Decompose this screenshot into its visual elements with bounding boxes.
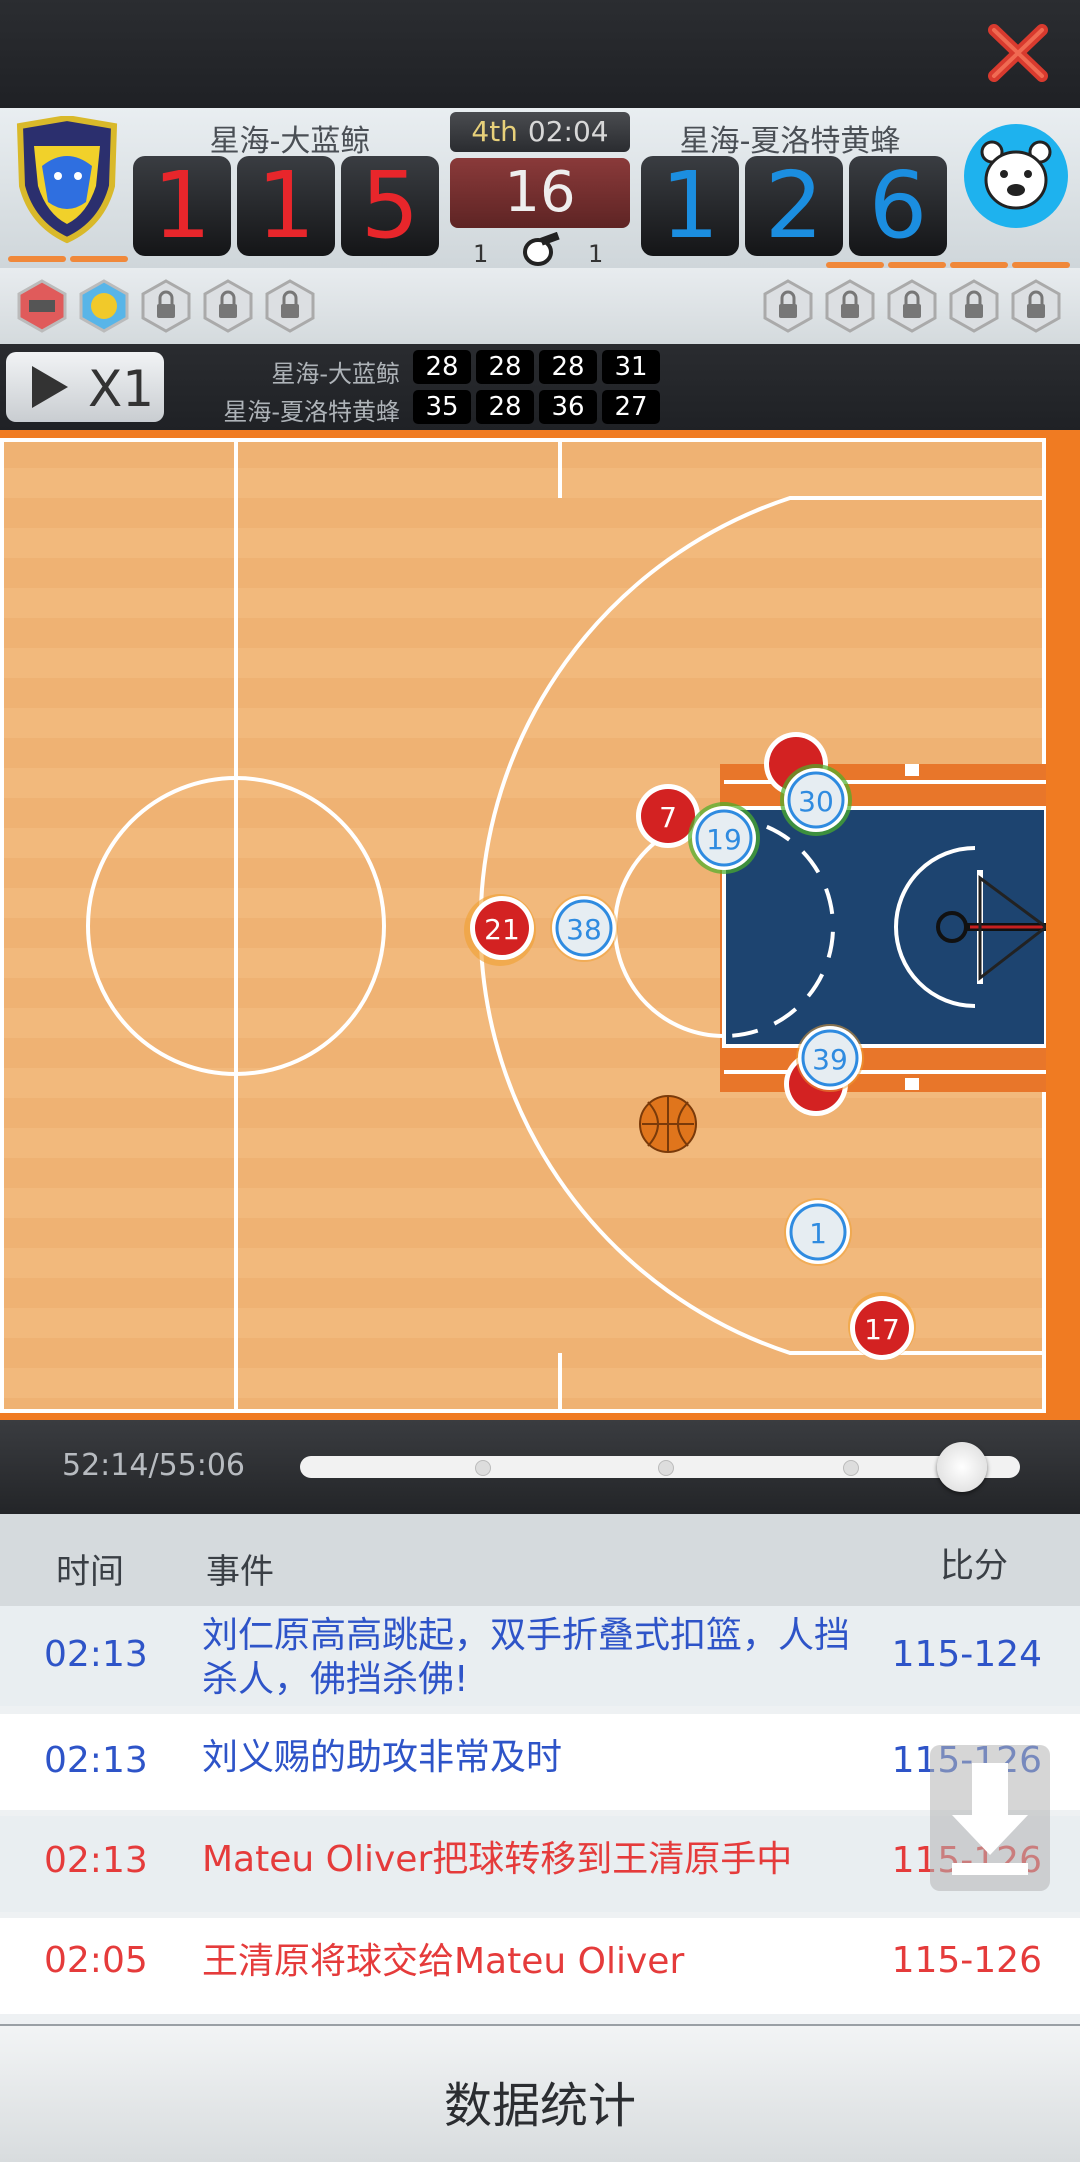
download-icon[interactable] (930, 1745, 1050, 1891)
clock-label: 02:04 (527, 115, 609, 148)
log-score: 115-126 (891, 1940, 1042, 1981)
basketball-icon (639, 1095, 697, 1153)
quarter-score: 28 (539, 350, 597, 384)
close-icon[interactable] (984, 18, 1054, 88)
stats-label: 数据统计 (443, 2078, 636, 2134)
log-score: 115-124 (891, 1634, 1042, 1675)
player-token-blue: 1 (784, 1198, 852, 1266)
badge-icon[interactable] (76, 278, 132, 334)
quarter-marker (475, 1460, 491, 1476)
quarter-team-name: 星海-夏洛特黄蜂 (223, 398, 400, 426)
player-number: 38 (566, 913, 602, 946)
player-number: 21 (484, 913, 520, 946)
quarter-score: 28 (476, 390, 534, 424)
away-fouls: 1 (588, 240, 604, 268)
basketball-court: 21 7 17 38 19 30 39 1 (0, 438, 1046, 1413)
away-score-digit: 6 (849, 156, 947, 256)
dragon-shield-icon (12, 114, 128, 246)
player-number: 19 (706, 823, 742, 856)
log-header: 时间 事件 比分 (0, 1514, 1080, 1606)
quarter-marker (658, 1460, 674, 1476)
log-event: 刘仁原高高跳起，双手折叠式扣篮，人挡杀人，佛挡杀佛! (202, 1615, 851, 1700)
top-bar (0, 0, 1080, 108)
lock-icon (760, 278, 816, 334)
log-row: 02:13 刘义赐的助攻非常及时 115-126 (0, 1714, 1080, 1810)
player-number: 17 (864, 1313, 900, 1346)
timeline-bar: 52:14/55:06 (0, 1420, 1080, 1514)
elapsed-time: 52:14/55:06 (62, 1448, 246, 1483)
playback-controls: X1 星海-大蓝鲸 28 28 28 31 星海-夏洛特黄蜂 35 28 36 … (0, 344, 1080, 430)
player-number: 1 (809, 1217, 827, 1250)
log-row: 02:13 刘仁原高高跳起，双手折叠式扣篮，人挡杀人，佛挡杀佛! 115-124 (0, 1606, 1080, 1706)
log-event: 王清原将球交给Mateu Oliver (202, 1941, 685, 1982)
lock-icon (262, 278, 318, 334)
event-log: 时间 事件 比分 02:13 刘仁原高高跳起，双手折叠式扣篮，人挡杀人，佛挡杀佛… (0, 1514, 1080, 2024)
home-score-digit: 1 (237, 156, 335, 256)
log-time: 02:05 (44, 1940, 148, 1981)
away-score-digit: 2 (745, 156, 843, 256)
quarter-label: 4th (471, 115, 518, 148)
timeline-slider[interactable] (300, 1442, 1020, 1492)
slider-handle[interactable] (937, 1442, 987, 1492)
shot-clock: 16 (450, 158, 630, 228)
log-event: Mateu Oliver把球转移到王清原手中 (202, 1839, 793, 1880)
log-row: 02:05 王清原将球交给Mateu Oliver 115-126 (0, 1918, 1080, 2014)
header-score: 比分 (940, 1546, 1008, 1586)
player-token-red: 17 (848, 1292, 916, 1360)
player-number: 30 (798, 785, 834, 818)
away-score-digit: 1 (641, 156, 739, 256)
player-token-blue: 30 (780, 764, 852, 836)
log-time: 02:13 (44, 1740, 148, 1781)
skill-badge-row (0, 268, 1080, 344)
log-time: 02:13 (44, 1634, 148, 1675)
quarter-score: 28 (413, 350, 471, 384)
header-time: 时间 (56, 1552, 124, 1592)
quarter-score: 31 (602, 350, 660, 384)
lock-icon (138, 278, 194, 334)
quarter-score: 35 (413, 390, 471, 424)
log-event: 刘义赐的助攻非常及时 (202, 1737, 563, 1778)
scoreboard: 星海-大蓝鲸 1 1 5 4th 02:04 16 1 1 星海-夏洛特黄蜂 1 … (0, 108, 1080, 268)
quarter-score: 27 (602, 390, 660, 424)
player-token-blue: 39 (796, 1024, 864, 1092)
player-token-blue: 38 (550, 894, 618, 962)
court-area: 21 7 17 38 19 30 39 1 (0, 430, 1080, 1420)
lock-icon (884, 278, 940, 334)
whistle-icon (520, 231, 560, 272)
log-time: 02:13 (44, 1840, 148, 1881)
player-token-blue: 19 (688, 802, 760, 874)
log-row: 02:13 Mateu Oliver把球转移到王清原手中 115-126 (0, 1816, 1080, 1912)
bear-icon (958, 114, 1074, 244)
player-token-red: 21 (464, 894, 536, 966)
quarter-score: 36 (539, 390, 597, 424)
home-score-digit: 5 (341, 156, 439, 256)
quarter-marker (843, 1460, 859, 1476)
header-event: 事件 (206, 1552, 274, 1592)
player-number: 39 (812, 1043, 848, 1076)
play-icon (32, 366, 68, 408)
stats-button[interactable]: 数据统计 (0, 2024, 1080, 2162)
lock-icon (822, 278, 878, 334)
game-clock: 4th 02:04 (450, 112, 630, 152)
lock-icon (200, 278, 256, 334)
badge-icon[interactable] (14, 278, 70, 334)
home-fouls: 1 (473, 240, 489, 268)
home-score-digit: 1 (133, 156, 231, 256)
lock-icon (946, 278, 1002, 334)
lock-icon (1008, 278, 1064, 334)
quarter-score: 28 (476, 350, 534, 384)
player-number: 7 (659, 801, 677, 834)
quarter-team-name: 星海-大蓝鲸 (271, 360, 400, 388)
